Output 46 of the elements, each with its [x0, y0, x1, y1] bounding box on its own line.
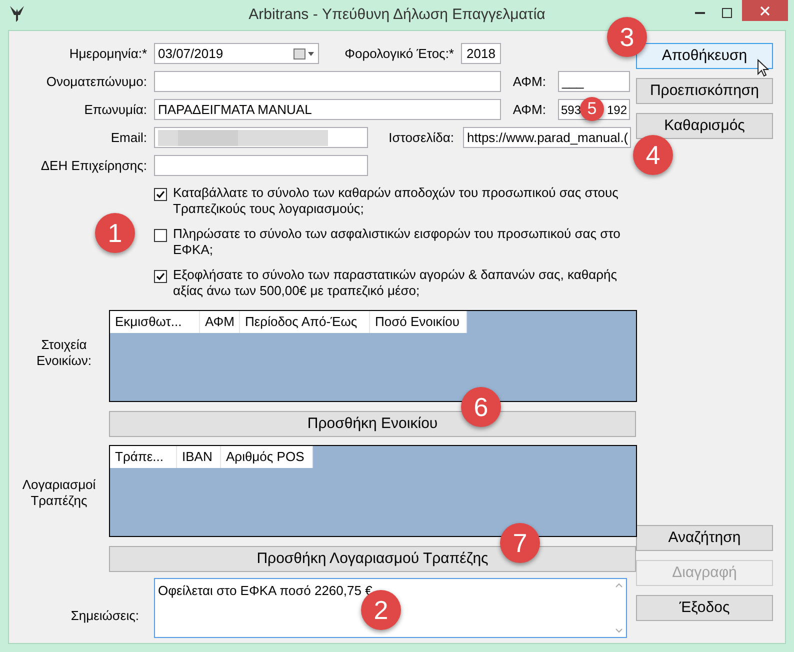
checkbox[interactable]: [154, 229, 167, 242]
column-header[interactable]: Ποσό Ενοικίου: [370, 311, 467, 333]
checkbox[interactable]: [154, 270, 167, 283]
section-label: Στοιχεία Ενοικίων:: [36, 337, 92, 369]
field-label: Ιστοσελίδα:: [388, 128, 454, 147]
column-header[interactable]: Εκμισθωτ...: [110, 311, 200, 333]
dei-field[interactable]: [154, 155, 368, 176]
eagle-icon: [10, 6, 24, 22]
close-icon: [760, 6, 770, 16]
scrollbar-arrows-icon: [615, 581, 623, 635]
field-label: ΑΦΜ:: [512, 100, 546, 119]
action-button[interactable]: Αποθήκευση: [636, 43, 773, 69]
checkbox-label: Εξοφλήσατε το σύνολο των παραστατικών αγορών & δαπανών σας, καθαρής αξίας άνω των 500,00€ με τραπεζικό μέσο;: [173, 267, 618, 299]
action-button[interactable]: Αναζήτηση: [636, 525, 773, 551]
field-label: ΑΦΜ:: [512, 72, 546, 91]
field-label: Σημειώσεις:: [70, 607, 139, 625]
action-button[interactable]: Έξοδος: [636, 595, 773, 621]
field-label: Φορολογικό Έτος:*: [344, 44, 454, 63]
checkbox[interactable]: [154, 188, 167, 201]
field-label: Email:: [110, 128, 147, 147]
field-label: Ημερομηνία:*: [68, 44, 147, 63]
calendar-icon: [293, 48, 315, 60]
email-field[interactable]: [154, 127, 368, 148]
afm-field[interactable]: ___: [558, 71, 630, 92]
callout-tooltip: 3: [607, 17, 647, 57]
action-button[interactable]: Προεπισκόπηση: [636, 78, 773, 104]
field-label: ΔΕΗ Επιχείρησης:: [40, 156, 147, 175]
field-label: Επωνυμία:: [83, 100, 147, 119]
column-header[interactable]: IBAN: [177, 446, 221, 468]
section-label: Λογαριασμοί Τραπέζης: [21, 477, 97, 509]
company-name-field[interactable]: ΠΑΡΑΔΕΙΓΜΑΤΑ MANUAL: [154, 99, 501, 120]
date-picker[interactable]: 03/07/2019: [154, 43, 319, 64]
column-header[interactable]: Περίοδος Από-Έως: [240, 311, 370, 333]
mouse-cursor-icon: [757, 59, 769, 77]
window-title: Arbitrans - Υπεύθυνη Δήλωση Επαγγελματία: [248, 4, 546, 25]
website-field[interactable]: https://www.parad_manual.(: [463, 127, 631, 148]
full-name-field[interactable]: [154, 71, 501, 92]
field-label: Ονοματεπώνυμο:: [45, 72, 147, 91]
tax-year-field[interactable]: 2018: [461, 43, 501, 64]
column-header[interactable]: ΑΦΜ: [200, 311, 240, 333]
column-header[interactable]: Αριθμός POS: [221, 446, 313, 468]
close-button[interactable]: [742, 0, 788, 21]
action-button[interactable]: Καθαρισμός: [636, 113, 773, 139]
checkbox-label: Πληρώσατε το σύνολο των ασφαλιστικών εισφορών του προσωπικού σας στο ΕΦΚΑ;: [173, 226, 622, 258]
column-header[interactable]: Τράπε...: [110, 446, 177, 468]
checkbox-label: Καταβάλλατε το σύνολο των καθαρών αποδοχών του προσωπικού σας στους Τραπεζικούς τους λογαριασμούς;: [173, 185, 620, 217]
